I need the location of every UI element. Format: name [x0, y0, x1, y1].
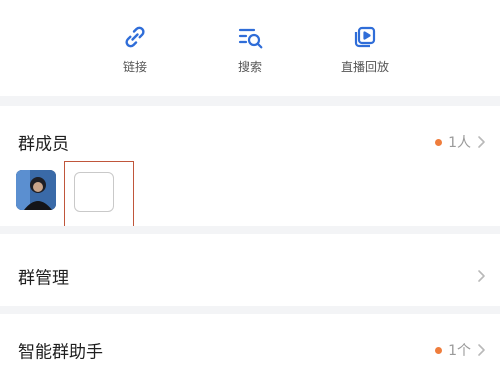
search-label: 搜索 — [237, 60, 262, 74]
smart-assistant-title: 智能群助手 — [18, 342, 103, 363]
link-label: 链接 — [122, 60, 147, 74]
group-management-right — [477, 269, 486, 283]
search-list-icon — [238, 28, 263, 49]
group-management-row[interactable]: 群管理 — [0, 248, 500, 304]
live-replay-label: 直播回放 — [340, 60, 389, 74]
group-members-title: 群成员 — [18, 134, 69, 155]
group-members-row[interactable]: 群成员 1人 — [0, 114, 500, 170]
chevron-right-icon — [478, 270, 485, 282]
live-replay-icon — [354, 26, 376, 48]
link-icon — [125, 26, 145, 48]
badge-dot — [435, 346, 443, 354]
live-replay-action[interactable]: 直播回放 — [320, 22, 410, 75]
add-member-slot[interactable] — [74, 172, 114, 212]
link-action[interactable]: 链接 — [90, 22, 180, 75]
group-members-count-area: 1人 — [435, 132, 486, 152]
section-divider — [0, 96, 500, 106]
smart-assistant-row[interactable]: 智能群助手 1个 — [0, 322, 500, 378]
group-members-count: 1人 — [448, 135, 471, 151]
member-avatar[interactable] — [16, 170, 56, 210]
chevron-right-icon — [478, 136, 485, 148]
search-action[interactable]: 搜索 — [205, 22, 295, 75]
member-list — [16, 170, 114, 212]
section-divider — [0, 226, 500, 234]
group-management-title: 群管理 — [18, 268, 69, 289]
chevron-right-icon — [478, 344, 485, 356]
smart-assistant-count-area: 1个 — [435, 340, 486, 360]
section-divider — [0, 306, 500, 314]
avatar-image — [16, 170, 56, 210]
badge-dot — [435, 138, 443, 146]
smart-assistant-count: 1个 — [448, 343, 471, 359]
quick-actions-bar: 链接 搜索 直播回放 — [0, 0, 500, 96]
